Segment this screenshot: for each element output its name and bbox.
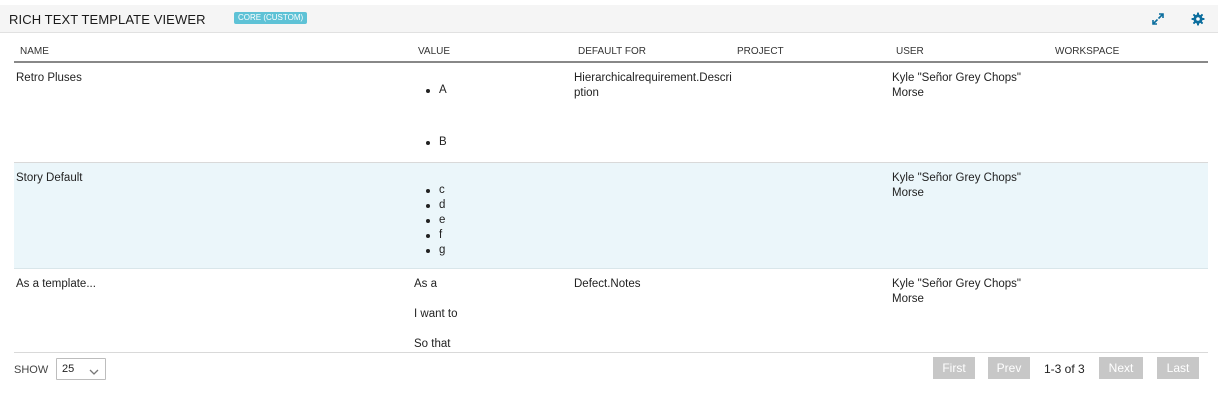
table-row[interactable]: Story Default c d e f g Kyle "Señor Grey… <box>14 163 1208 269</box>
row-user: Kyle "Señor Grey Chops" Morse <box>892 72 1021 99</box>
page-info: 1-3 of 3 <box>1044 362 1085 376</box>
row-name: Retro Pluses <box>16 72 82 84</box>
row-name: As a template... <box>16 278 96 290</box>
value-bullet: c <box>414 183 445 198</box>
column-header-workspace[interactable]: WORKSPACE <box>1055 46 1119 57</box>
page-size-value: 25 <box>62 363 75 375</box>
last-page-button[interactable]: Last <box>1157 357 1199 379</box>
column-header-name[interactable]: NAME <box>20 46 49 57</box>
column-header-project[interactable]: PROJECT <box>737 46 784 57</box>
pagination-footer: SHOW 25 First Prev 1-3 of 3 Next Last <box>0 354 1218 384</box>
value-bullet: A <box>414 83 447 98</box>
table-row[interactable]: As a template... As a I want to So that … <box>14 269 1208 353</box>
column-header-value[interactable]: VALUE <box>418 46 450 57</box>
row-value: A B <box>414 83 447 150</box>
row-user: Kyle "Señor Grey Chops" Morse <box>892 172 1021 199</box>
value-bullet: g <box>414 243 445 258</box>
expand-icon[interactable] <box>1151 12 1165 26</box>
table-header: NAME VALUE DEFAULT FOR PROJECT USER WORK… <box>14 45 1208 63</box>
row-name: Story Default <box>16 172 83 184</box>
row-default-for: Hierarchicalrequirement.Description <box>574 72 732 99</box>
value-bullet: f <box>414 228 445 243</box>
core-custom-badge: CORE (CUSTOM) <box>234 12 308 24</box>
next-page-button[interactable]: Next <box>1099 357 1143 379</box>
row-value: As a I want to So that <box>414 277 457 352</box>
prev-page-button[interactable]: Prev <box>988 357 1030 379</box>
row-default-for: Defect.Notes <box>574 278 641 290</box>
row-value: c d e f g <box>414 183 445 258</box>
page-size-select[interactable]: 25 <box>56 358 106 380</box>
table-row[interactable]: Retro Pluses A B Hierarchicalrequirement… <box>14 63 1208 163</box>
rich-text-template-viewer-panel: RICH TEXT TEMPLATE VIEWER CORE (CUSTOM) <box>0 5 1218 395</box>
value-bullet: B <box>414 135 447 150</box>
column-header-user[interactable]: USER <box>896 46 924 57</box>
column-header-default-for[interactable]: DEFAULT FOR <box>578 46 646 57</box>
show-label: SHOW <box>14 364 49 376</box>
panel-title: RICH TEXT TEMPLATE VIEWER <box>9 12 206 27</box>
value-bullet: d <box>414 198 445 213</box>
value-bullet: e <box>414 213 445 228</box>
value-line: I want to <box>414 308 458 320</box>
first-page-button[interactable]: First <box>933 357 975 379</box>
panel-header: RICH TEXT TEMPLATE VIEWER CORE (CUSTOM) <box>0 5 1218 33</box>
gear-icon[interactable] <box>1191 12 1205 26</box>
value-line: So that <box>414 338 451 350</box>
row-user: Kyle "Señor Grey Chops" Morse <box>892 278 1021 305</box>
chevron-down-icon <box>89 365 99 375</box>
value-line: As a <box>414 278 438 290</box>
